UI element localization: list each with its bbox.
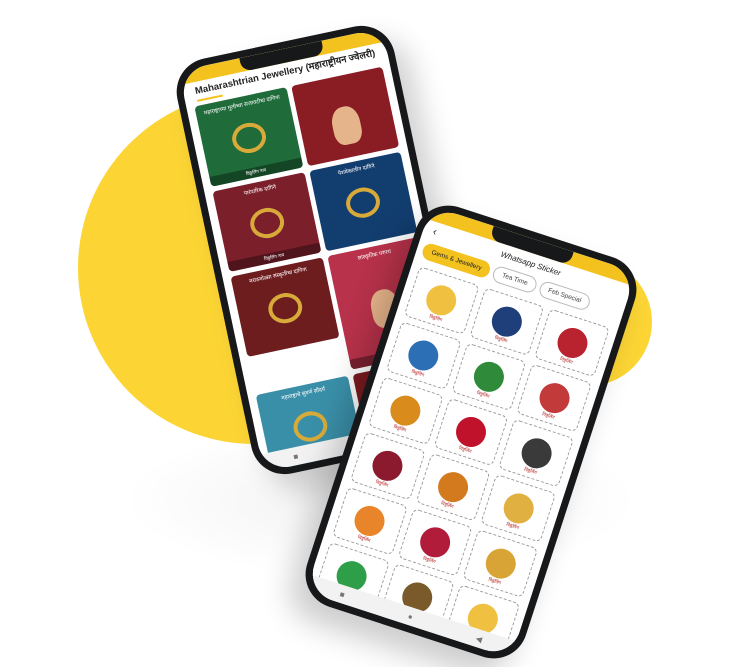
necklace-image	[229, 119, 269, 157]
necklace-image	[265, 289, 305, 327]
back-icon[interactable]: ◀	[475, 633, 484, 643]
jewellery-card[interactable]: मराठमोळ्या संस्कृतीचा दागिना	[230, 257, 340, 358]
necklace-image	[290, 408, 330, 445]
jewellery-card[interactable]	[290, 66, 400, 167]
home-icon[interactable]: ●	[407, 611, 414, 621]
necklace-image	[247, 204, 287, 242]
jewellery-card[interactable]: महाराष्ट्राच्या मुलीच्या सजावटीचा दागिना…	[194, 87, 303, 187]
back-arrow-icon[interactable]: ‹	[431, 226, 438, 239]
recent-apps-icon[interactable]: ■	[292, 451, 299, 461]
jewellery-card[interactable]: पारंपारिक दागिने विठ्ठलिंग नाव	[212, 172, 321, 272]
model-image	[329, 103, 365, 147]
recent-apps-icon[interactable]: ■	[339, 589, 346, 599]
necklace-image	[343, 184, 384, 221]
card-caption: महाराष्ट्राचे सुवर्ण सौंदर्य	[280, 386, 326, 402]
jewellery-card[interactable]: पेशवेकालीन दागिने	[308, 151, 418, 252]
card-caption	[296, 73, 380, 91]
